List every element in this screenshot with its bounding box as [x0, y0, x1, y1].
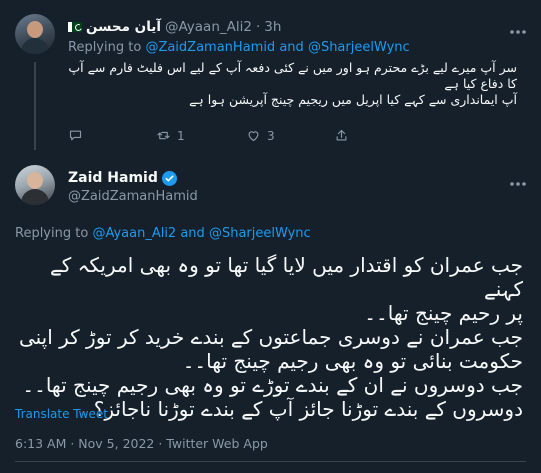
tweet-author-name[interactable]: Zaid Hamid [68, 170, 158, 186]
like-count: 3 [267, 128, 275, 143]
reply-author-avatar[interactable] [15, 14, 55, 54]
tweet-replying-to: Replying to @Ayaan_Ali2 and @SharjeelWyn… [15, 226, 311, 241]
replying-user-link[interactable]: @SharjeelWync [209, 226, 311, 241]
tweet-header: Zaid Hamid [68, 170, 177, 186]
reply-text-line: آپ ایمانداری سے کہے کیا اپریل میں ریجیم … [189, 92, 517, 107]
divider [15, 461, 526, 462]
more-icon[interactable] [509, 172, 527, 191]
reply-text-line: کا دفاع کیا ہے [444, 76, 517, 91]
translate-tweet-link[interactable]: Translate Tweet [15, 407, 108, 421]
verified-badge-icon [161, 170, 177, 186]
tweet-author-name-row: Zaid Hamid [68, 170, 177, 186]
pakistan-flag-icon [68, 22, 82, 32]
thread-connector-line [34, 62, 36, 150]
reply-button[interactable] [68, 128, 89, 143]
reply-author-name[interactable]: آیان محسن [86, 19, 161, 35]
tweet-text-line: جب دوسروں نے ان کے بندے توڑے تو وہ بھی ر… [22, 373, 523, 397]
more-icon[interactable] [509, 20, 527, 39]
replying-prefix: Replying to [15, 226, 89, 241]
share-button[interactable] [334, 128, 349, 143]
like-icon [248, 131, 259, 142]
reply-header: آیان محسن @Ayaan_Ali2 · 3h [68, 18, 501, 36]
reply-text: سر آپ میرے لیے بڑے محترم ہو اور میں نے ک… [68, 60, 517, 108]
replying-user-link[interactable]: @SharjeelWync [308, 40, 410, 55]
tweet-author-avatar[interactable] [15, 165, 55, 205]
replying-user-link[interactable]: @Ayaan_Ali2 [92, 226, 176, 241]
reply-replying-to: Replying to @ZaidZamanHamid and @Sharjee… [68, 40, 410, 55]
tweet-timestamp[interactable]: 6:13 AM · Nov 5, 2022 · Twitter Web App [15, 436, 268, 451]
retweet-button[interactable]: 1 [156, 128, 185, 143]
reply-author-handle[interactable]: @Ayaan_Ali2 [165, 19, 252, 35]
tweet-author-handle[interactable]: @ZaidZamanHamid [68, 189, 198, 204]
reply-time[interactable]: 3h [264, 19, 281, 35]
replying-and: and [279, 40, 304, 55]
avatar-body [21, 38, 49, 54]
tweet-text-line: پر رحیم چینج تھا۔۔ [364, 301, 523, 325]
reply-actions: 1 3 [68, 128, 488, 146]
avatar-head [27, 172, 43, 189]
share-icon [336, 129, 347, 141]
replying-prefix: Replying to [68, 40, 142, 55]
tweet-text-line: جب عمران کو اقتدار میں لایا گیا تھا تو و… [50, 253, 523, 301]
reply-text-line: سر آپ میرے لیے بڑے محترم ہو اور میں نے ک… [68, 60, 517, 75]
like-button[interactable]: 3 [246, 128, 275, 143]
tweet-text: جب عمران کو اقتدار میں لایا گیا تھا تو و… [15, 253, 523, 421]
tweet-text-line: حکومت بنائی تو وہ بھی رجیم چینج تھا۔۔ [182, 349, 523, 373]
avatar-body [21, 189, 49, 205]
retweet-count: 1 [177, 128, 185, 143]
reply-icon [69, 130, 82, 141]
retweet-icon [157, 131, 170, 140]
replying-user-link[interactable]: @ZaidZamanHamid [145, 40, 275, 55]
replying-and: and [180, 226, 205, 241]
reply-separator: · [255, 19, 261, 35]
avatar-head [27, 21, 43, 38]
tweet-text-line: جب عمران نے دوسری جماعتوں کے بندے خرید ک… [18, 325, 523, 349]
